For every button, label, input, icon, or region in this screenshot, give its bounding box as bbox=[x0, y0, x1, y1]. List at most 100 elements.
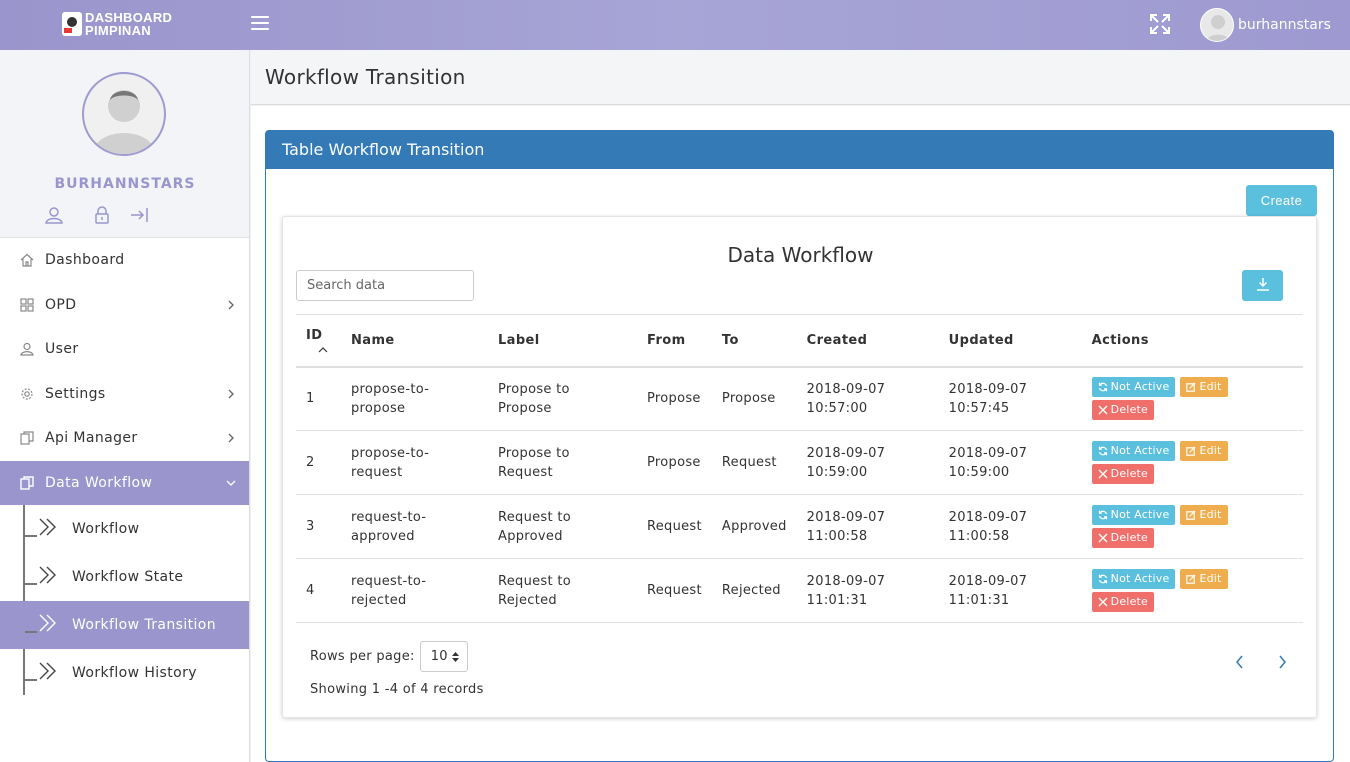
edit-button[interactable]: Edit bbox=[1180, 569, 1228, 589]
cell-id: 3 bbox=[296, 494, 341, 559]
edit-button[interactable]: Edit bbox=[1180, 505, 1228, 525]
sidebar-subitem-label: Workflow State bbox=[72, 569, 184, 585]
cell-name: propose-to-propose bbox=[341, 366, 488, 431]
download-icon bbox=[1256, 278, 1269, 291]
double-chevron-icon bbox=[39, 518, 56, 536]
cell-label: Propose to Propose bbox=[488, 366, 637, 431]
column-header-name[interactable]: Name bbox=[341, 314, 488, 368]
sidebar-subitem-label: Workflow bbox=[72, 521, 140, 537]
cell-name: request-to-rejected bbox=[341, 558, 488, 623]
delete-button[interactable]: Delete bbox=[1091, 464, 1155, 484]
delete-button[interactable]: Delete bbox=[1091, 400, 1155, 421]
sidebar-subitem-workflow-history[interactable]: Workflow History bbox=[0, 649, 249, 697]
refresh-icon bbox=[1098, 574, 1107, 584]
column-header-created[interactable]: Created bbox=[796, 314, 939, 368]
close-icon bbox=[1098, 405, 1108, 415]
user-icon[interactable] bbox=[44, 205, 64, 225]
next-page-icon[interactable] bbox=[1275, 654, 1289, 670]
previous-page-icon[interactable] bbox=[1233, 654, 1247, 670]
refresh-icon bbox=[1098, 510, 1107, 520]
cell-from: Propose bbox=[637, 366, 712, 431]
column-header-from[interactable]: From bbox=[637, 314, 712, 368]
cell-to: Approved bbox=[711, 494, 797, 559]
sidebar-item-data-workflow[interactable]: Data Workflow bbox=[0, 460, 249, 505]
not-active-button[interactable]: Not Active bbox=[1091, 569, 1176, 589]
column-header-updated[interactable]: Updated bbox=[938, 314, 1082, 368]
page-header: Workflow Transition bbox=[251, 50, 1350, 105]
create-button[interactable]: Create bbox=[1246, 185, 1317, 216]
cell-name: request-to-approved bbox=[341, 494, 488, 559]
sidebar-item-opd[interactable]: OPD bbox=[0, 283, 249, 328]
menu-toggle-icon[interactable] bbox=[251, 16, 269, 30]
sidebar-subitem-workflow-transition[interactable]: Workflow Transition bbox=[0, 601, 249, 649]
edit-icon bbox=[1186, 510, 1196, 520]
panel-title: Table Workflow Transition bbox=[266, 131, 1333, 169]
not-active-button[interactable]: Not Active bbox=[1091, 441, 1176, 461]
rows-per-page-value: 10 bbox=[430, 649, 448, 664]
sidebar-submenu-data-workflow: Workflow Workflow State Workflow Transit… bbox=[0, 505, 249, 697]
avatar bbox=[1200, 8, 1234, 42]
sidebar-item-settings[interactable]: Settings bbox=[0, 372, 249, 417]
sidebar-subitem-label: Workflow History bbox=[72, 665, 197, 681]
copy-icon bbox=[20, 476, 34, 490]
rows-per-page-select[interactable]: 10 bbox=[419, 641, 468, 672]
close-icon bbox=[1098, 533, 1108, 543]
cell-to: Propose bbox=[711, 366, 797, 431]
grid-icon bbox=[20, 298, 34, 312]
top-navbar: DASHBOARD PIMPINAN burhannstars bbox=[0, 0, 1350, 50]
brand-logo[interactable]: DASHBOARD PIMPINAN bbox=[62, 11, 172, 37]
profile-name: BURHANNSTARS bbox=[54, 176, 196, 192]
table-row: 2 propose-to-request Propose to Request Pro… bbox=[296, 430, 1303, 495]
table-header-row: ID Name Label From To Created Updated Ac… bbox=[296, 314, 1303, 368]
cell-from: Propose bbox=[637, 430, 712, 495]
chevron-right-icon bbox=[228, 433, 234, 443]
logout-icon[interactable] bbox=[129, 205, 149, 225]
delete-button[interactable]: Delete bbox=[1091, 592, 1155, 612]
not-active-button[interactable]: Not Active bbox=[1091, 377, 1176, 398]
sidebar-item-label: User bbox=[45, 341, 79, 358]
sidebar-subitem-workflow[interactable]: Workflow bbox=[0, 505, 249, 553]
download-button[interactable] bbox=[1242, 270, 1283, 301]
card-title: Data Workflow bbox=[727, 243, 874, 267]
cell-id: 1 bbox=[296, 366, 341, 431]
not-active-button[interactable]: Not Active bbox=[1091, 505, 1176, 525]
home-icon bbox=[20, 253, 34, 267]
edit-button[interactable]: Edit bbox=[1180, 377, 1228, 398]
edit-icon bbox=[1186, 382, 1196, 393]
cell-actions: Not Active Edit Delete bbox=[1081, 430, 1303, 495]
lock-icon[interactable] bbox=[92, 205, 112, 225]
cell-created: 2018-09-07 11:01:31 bbox=[796, 558, 939, 623]
profile-avatar bbox=[82, 72, 166, 156]
copy-icon bbox=[20, 431, 34, 445]
sidebar-item-dashboard[interactable]: Dashboard bbox=[0, 238, 249, 283]
sidebar: BURHANNSTARS Dashboard OPD User Settings… bbox=[0, 50, 250, 762]
page-title: Workflow Transition bbox=[265, 65, 466, 89]
column-header-to[interactable]: To bbox=[711, 314, 797, 368]
sort-ascending-icon[interactable] bbox=[318, 346, 328, 353]
column-header-label[interactable]: Label bbox=[488, 314, 637, 368]
delete-button[interactable]: Delete bbox=[1091, 528, 1155, 548]
brand-logo-icon bbox=[62, 12, 82, 36]
sidebar-item-label: Settings bbox=[45, 385, 106, 402]
fullscreen-icon[interactable] bbox=[1149, 13, 1171, 35]
sidebar-subitem-workflow-state[interactable]: Workflow State bbox=[0, 553, 249, 601]
sidebar-item-user[interactable]: User bbox=[0, 327, 249, 372]
cell-created: 2018-09-07 10:59:00 bbox=[796, 430, 939, 495]
cell-updated: 2018-09-07 11:01:31 bbox=[938, 558, 1082, 623]
column-header-id[interactable]: ID bbox=[296, 314, 341, 368]
sidebar-profile: BURHANNSTARS bbox=[0, 50, 249, 238]
close-icon bbox=[1098, 469, 1108, 479]
rows-per-page-label: Rows per page: bbox=[310, 649, 415, 664]
search-input[interactable] bbox=[296, 270, 474, 301]
sidebar-item-label: Data Workflow bbox=[45, 474, 153, 491]
table-row: 4 request-to-rejected Request to Rejected R… bbox=[296, 558, 1303, 623]
sidebar-item-api-manager[interactable]: Api Manager bbox=[0, 416, 249, 461]
sidebar-item-label: Api Manager bbox=[45, 430, 138, 447]
refresh-icon bbox=[1098, 382, 1107, 392]
rows-per-page: Rows per page: 10 bbox=[310, 641, 468, 672]
double-chevron-icon bbox=[39, 662, 56, 680]
cell-updated: 2018-09-07 11:00:58 bbox=[938, 494, 1082, 559]
user-menu[interactable]: burhannstars bbox=[1200, 8, 1331, 42]
edit-button[interactable]: Edit bbox=[1180, 441, 1228, 461]
edit-icon bbox=[1186, 446, 1196, 456]
